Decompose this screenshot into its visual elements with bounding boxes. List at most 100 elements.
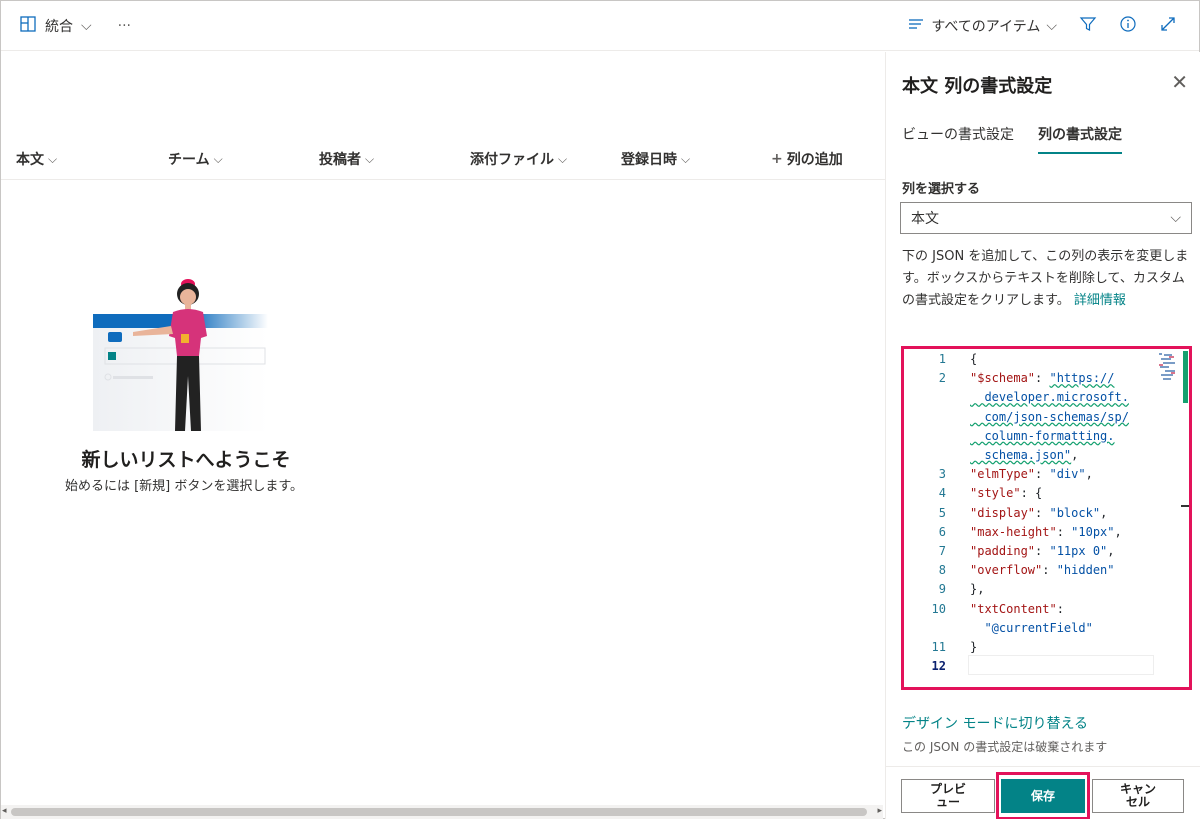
select-column-label: 列を選択する xyxy=(902,182,981,197)
column-label: 添付ファイル xyxy=(470,152,554,168)
code-token: , xyxy=(1107,544,1115,558)
code-line[interactable]: com/json-schemas/sp/ xyxy=(904,410,1144,429)
editor-minimap[interactable] xyxy=(1157,351,1179,385)
window-frame: 統合 ⌵ ··· すべてのアイテム ⌵ 本文 ⌵ チーム ⌵ 投稿者 ⌵ 添付フ… xyxy=(0,0,1200,819)
code-token: , xyxy=(1100,505,1108,520)
chevron-down-icon: ⌵ xyxy=(681,151,691,166)
code-line[interactable]: 10 "txtContent": xyxy=(904,602,1144,621)
code-token: "txtContent" xyxy=(970,601,1057,616)
code-line[interactable]: 8 "overflow": "hidden" xyxy=(904,563,1144,582)
code-text: "display": "block", xyxy=(970,506,1107,520)
more-options-button[interactable]: ··· xyxy=(118,18,131,34)
command-bar: 統合 ⌵ ··· すべてのアイテム ⌵ xyxy=(1,1,1199,51)
view-list-icon xyxy=(907,15,925,37)
format-description: 下の JSON を追加して、この列の表示を変更します。ボックスからテキストを削除… xyxy=(902,246,1194,312)
expand-icon xyxy=(1159,15,1177,37)
editor-vertical-scrollbar[interactable] xyxy=(1181,349,1189,687)
column-header-author[interactable]: 投稿者 ⌵ xyxy=(319,149,374,169)
filter-button[interactable] xyxy=(1079,15,1097,37)
scrollbar-thumb[interactable] xyxy=(1183,351,1188,403)
line-number: 1 xyxy=(938,352,946,366)
empty-state-title: 新しいリストへようこそ xyxy=(81,449,291,471)
add-column-button[interactable]: + 列の追加 xyxy=(771,149,843,169)
line-number: 10 xyxy=(931,601,946,616)
chevron-down-icon: ⌵ xyxy=(1046,18,1057,34)
empty-list-illustration xyxy=(93,276,273,431)
code-token: : xyxy=(1035,505,1050,520)
add-column-label: 列の追加 xyxy=(786,152,843,168)
code-token: } xyxy=(970,640,978,654)
code-text: }, xyxy=(970,582,984,596)
code-line[interactable]: 3 "elmType": "div", xyxy=(904,467,1144,486)
format-column-panel: 本文 列の書式設定 ✕ ビューの書式設定 列の書式設定 列を選択する 本文 ⌵ … xyxy=(885,52,1200,819)
code-text: "@currentField" xyxy=(970,620,1093,635)
column-select-dropdown[interactable]: 本文 ⌵ xyxy=(900,202,1192,234)
expand-button[interactable] xyxy=(1159,15,1177,37)
code-token: , xyxy=(1071,448,1079,462)
code-token: : xyxy=(1056,524,1072,539)
code-token: "block" xyxy=(1049,505,1101,520)
chevron-down-icon: ⌵ xyxy=(48,151,58,166)
line-number: 7 xyxy=(938,544,946,558)
view-switcher[interactable]: 統合 ⌵ ··· xyxy=(19,15,131,37)
code-token: }, xyxy=(970,582,985,597)
code-token: "padding" xyxy=(970,544,1036,558)
code-token: : { xyxy=(1020,486,1043,501)
code-text: com/json-schemas/sp/ xyxy=(970,410,1129,424)
tab-column-format[interactable]: 列の書式設定 xyxy=(1038,124,1122,154)
code-token: "@currentField" xyxy=(970,620,1093,635)
panel-title: 本文 列の書式設定 xyxy=(902,76,1053,97)
code-token: developer.microsoft. xyxy=(970,390,1129,405)
code-line[interactable]: "@currentField" xyxy=(904,621,1144,640)
view-label: 統合 xyxy=(45,19,73,35)
code-token: "11px 0" xyxy=(1049,544,1108,558)
all-items-view-button[interactable]: すべてのアイテム ⌵ xyxy=(907,15,1057,37)
cancel-button[interactable]: キャンセル xyxy=(1092,779,1184,813)
horizontal-scrollbar[interactable]: ◂ ▸ xyxy=(1,805,883,819)
code-line[interactable]: developer.microsoft. xyxy=(904,390,1144,409)
code-token: "display" xyxy=(970,505,1036,520)
code-text: "elmType": "div", xyxy=(970,467,1093,481)
code-line[interactable]: 4 "style": { xyxy=(904,486,1144,505)
code-line[interactable]: 6 "max-height": "10px", xyxy=(904,525,1144,544)
column-header-body[interactable]: 本文 ⌵ xyxy=(16,149,57,169)
code-text: "txtContent": xyxy=(970,602,1064,616)
column-header-team[interactable]: チーム ⌵ xyxy=(168,149,223,169)
scroll-position-marker xyxy=(1181,505,1189,507)
code-token: : xyxy=(1056,601,1064,616)
code-line[interactable]: 9}, xyxy=(904,582,1144,601)
code-token: , xyxy=(1114,524,1122,539)
info-button[interactable] xyxy=(1119,15,1137,37)
scroll-right-icon[interactable]: ▸ xyxy=(877,806,882,816)
json-editor[interactable]: 1{2 "$schema": "https:// developer.micros… xyxy=(901,346,1192,690)
code-text: "overflow": "hidden" xyxy=(970,563,1115,577)
plus-icon: + xyxy=(771,151,783,167)
current-line-highlight xyxy=(968,655,1154,675)
column-label: チーム xyxy=(168,152,210,168)
code-line[interactable]: 5 "display": "block", xyxy=(904,506,1144,525)
view-layout-icon xyxy=(19,15,37,37)
line-number: 3 xyxy=(938,467,946,482)
line-number: 9 xyxy=(938,582,946,597)
scroll-left-icon[interactable]: ◂ xyxy=(2,806,7,816)
line-number: 11 xyxy=(931,640,946,654)
code-token: com/json-schemas/sp/ xyxy=(970,409,1129,424)
close-icon[interactable]: ✕ xyxy=(1171,70,1188,94)
code-token: "https:// xyxy=(1049,371,1115,386)
column-label: 本文 xyxy=(16,152,44,168)
save-button[interactable]: 保存 xyxy=(1001,779,1085,813)
tab-view-format[interactable]: ビューの書式設定 xyxy=(902,124,1014,154)
code-line[interactable]: 1{ xyxy=(904,352,1144,371)
learn-more-link[interactable]: 詳細情報 xyxy=(1074,293,1126,308)
code-line[interactable]: 2 "$schema": "https:// xyxy=(904,371,1144,390)
column-header-attachments[interactable]: 添付ファイル ⌵ xyxy=(470,149,567,169)
switch-design-mode-link[interactable]: デザイン モードに切り替える xyxy=(902,713,1088,733)
scrollbar-thumb[interactable] xyxy=(11,808,867,816)
preview-button[interactable]: プレビュー xyxy=(901,779,995,813)
column-header-created[interactable]: 登録日時 ⌵ xyxy=(621,149,690,169)
code-line[interactable]: schema.json", xyxy=(904,448,1144,467)
code-token: { xyxy=(970,352,978,366)
column-label: 投稿者 xyxy=(319,152,361,168)
code-line[interactable]: column-formatting. xyxy=(904,429,1144,448)
code-line[interactable]: 7 "padding": "11px 0", xyxy=(904,544,1144,563)
